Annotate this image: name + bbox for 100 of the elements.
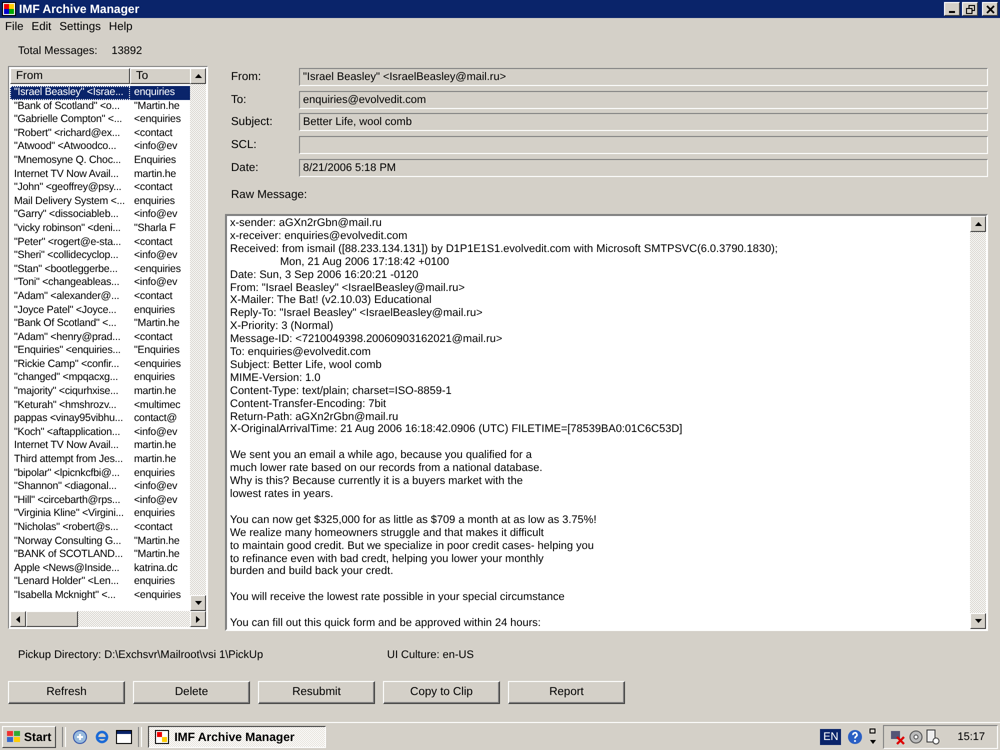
message-row[interactable]: "Adam" <alexander@... <contact xyxy=(10,290,190,304)
message-row[interactable]: Internet TV Now Avail... martin.he xyxy=(10,168,190,182)
to-cell-text: <contact xyxy=(133,126,174,140)
header-line: X-Priority: 3 (Normal) xyxy=(230,320,334,334)
message-row[interactable]: "Mnemosyne Q. Choc... Enquiries xyxy=(10,154,190,168)
action-button[interactable]: Delete xyxy=(133,680,250,704)
message-row[interactable]: "vicky robinson" <deni... "Sharla F xyxy=(10,222,190,236)
window-icon[interactable] xyxy=(116,730,132,744)
to-cell-text: enquiries xyxy=(133,575,176,589)
header-line: To: enquiries@evolvedit.com xyxy=(230,346,372,359)
from-cell-text: "Atwood" <Atwoodco... xyxy=(13,140,118,154)
left-arrow-icon xyxy=(16,616,20,622)
scroll-up-button[interactable] xyxy=(190,68,206,84)
computer-icon[interactable] xyxy=(926,728,940,744)
message-row[interactable]: "Toni" <changeableas... <info@ev xyxy=(10,276,190,290)
header-line: Content-Type: text/plain; charset=ISO-8859-1 xyxy=(230,384,453,398)
message-row[interactable]: "Koch" <aftapplication... <info@ev xyxy=(10,426,190,440)
message-row[interactable]: "BANK of SCOTLAND... "Martin.he xyxy=(10,548,190,562)
scroll-down-button[interactable] xyxy=(190,595,206,611)
message-row[interactable]: "Hill" <circebarth@rps... <info@ev xyxy=(10,494,190,508)
message-row[interactable]: "Gabrielle Compton" <... <enquiries xyxy=(10,113,190,127)
message-row[interactable]: "changed" <mpqacxg... enquiries xyxy=(10,371,190,386)
from-cell-text: "Robert" <richard@ex... xyxy=(13,126,122,140)
message-row[interactable]: "Lenard Holder" <Len... enquiries xyxy=(10,575,190,589)
from-cell-text: "Keturah" <hmshrozv... xyxy=(13,398,118,412)
message-row[interactable]: "Nicholas" <robert@s... <contact xyxy=(10,521,190,535)
field-label: Date: xyxy=(230,162,260,174)
raw-message-area[interactable] xyxy=(225,214,988,631)
scroll-down-button[interactable] xyxy=(970,612,986,629)
language-indicator[interactable]: EN xyxy=(820,728,842,744)
message-row[interactable]: "Virginia Kline" <Virgini... enquiries xyxy=(10,507,190,521)
scroll-up-button[interactable] xyxy=(970,216,986,232)
header-line: Mon, 21 Aug 2006 17:18:42 +0100 xyxy=(279,256,450,269)
message-row[interactable]: Third attempt from Jes... martin.he xyxy=(10,453,190,467)
message-row[interactable]: "Atwood" <Atwoodco... <info@ev xyxy=(10,140,190,154)
scroll-right-button[interactable] xyxy=(190,611,206,627)
clock: 15:17 xyxy=(957,730,985,742)
toolbar-options-icon[interactable] xyxy=(869,728,878,746)
message-row[interactable]: "Rickie Camp" <confir... <enquiries xyxy=(10,358,190,372)
action-button[interactable]: Report xyxy=(508,680,625,704)
message-row[interactable]: "Shannon" <diagonal... <info@ev xyxy=(10,480,190,494)
from-cell-text: "Nicholas" <robert@s... xyxy=(13,521,120,535)
action-button[interactable]: Copy to Clip xyxy=(383,680,500,704)
scroll-thumb[interactable] xyxy=(26,611,78,627)
from-cell-text: "Hill" <circebarth@rps... xyxy=(13,494,122,508)
message-row[interactable]: "majority" <ciqurhxise... martin.he xyxy=(10,385,190,399)
scroll-left-button[interactable] xyxy=(10,611,26,627)
menu-item[interactable]: Settings xyxy=(55,21,105,33)
message-row[interactable]: "John" <geoffrey@psy... <contact xyxy=(10,181,190,195)
message-row[interactable]: "Sheri" <collidecyclop... <info@ev xyxy=(10,249,190,263)
message-row[interactable]: "Stan" <bootleggerbe... <enquiries xyxy=(10,262,190,276)
from-cell-text: "BANK of SCOTLAND... xyxy=(13,548,124,562)
menu-item[interactable]: Help xyxy=(104,21,137,33)
message-row[interactable]: "Norway Consulting G... "Martin.he xyxy=(10,534,190,548)
field-input[interactable] xyxy=(299,136,988,154)
message-row[interactable]: Mail Delivery System <... enquiries xyxy=(10,194,190,208)
header-line: MIME-Version: 1.0 xyxy=(230,372,322,385)
message-row[interactable]: Apple <News@Inside... katrina.dc xyxy=(10,562,190,576)
message-row[interactable]: "Robert" <richard@ex... <contact xyxy=(10,126,190,140)
to-cell-text: <info@ev xyxy=(133,140,178,154)
field-input[interactable]: enquiries@evolvedit.com xyxy=(299,90,988,109)
field-input[interactable]: Better Life, wool comb xyxy=(299,113,988,132)
from-cell-text: "Bank of Scotland" <o... xyxy=(13,100,121,114)
field-input[interactable]: "Israel Beasley" <IsraelBeasley@mail.ru> xyxy=(299,68,988,86)
close-button[interactable] xyxy=(982,2,998,16)
message-row[interactable]: "Israel Beasley" <Israe... enquiries xyxy=(10,86,190,100)
message-row[interactable]: "Joyce Patel" <Joyce... enquiries xyxy=(10,304,190,318)
action-button[interactable]: Refresh xyxy=(8,680,125,704)
start-button[interactable]: Start xyxy=(2,726,56,748)
up-arrow-icon xyxy=(974,222,982,226)
column-header[interactable]: To xyxy=(130,68,190,84)
message-row[interactable]: "Keturah" <hmshrozv... <multimec xyxy=(10,398,190,412)
field-input[interactable]: 8/21/2006 5:18 PM xyxy=(299,158,988,177)
down-arrow-icon xyxy=(194,601,202,605)
message-row[interactable]: "Garry" <dissociableb... <info@ev xyxy=(10,208,190,222)
message-row[interactable]: "Isabella Mcknight" <... <enquiries xyxy=(10,588,190,603)
message-row[interactable]: "Peter" <rogert@e-sta... <contact xyxy=(10,236,190,250)
minimize-button[interactable] xyxy=(944,2,960,16)
disc-icon[interactable] xyxy=(909,730,924,744)
message-row[interactable]: "Adam" <henry@prad... <contact xyxy=(10,330,190,344)
to-cell-text: "Sharla F xyxy=(133,222,177,236)
message-row[interactable]: "Bank Of Scotland" <... "Martin.he xyxy=(10,317,190,331)
menu-item[interactable]: Edit xyxy=(28,21,56,33)
message-row[interactable]: "bipolar" <lpicnkcfbi@... enquiries xyxy=(10,466,190,480)
message-row[interactable]: Internet TV Now Avail... martin.he xyxy=(10,439,190,454)
message-row[interactable]: "Enquiries" <enquiries... "Enquiries xyxy=(10,344,190,358)
up-arrow-icon xyxy=(194,74,202,78)
from-cell-text: pappas <vinay95vibhu... xyxy=(13,412,124,426)
column-header[interactable]: From xyxy=(10,68,130,84)
action-button[interactable]: Resubmit xyxy=(258,680,375,704)
taskbar-button[interactable]: IMF Archive Manager xyxy=(148,726,326,748)
message-row[interactable]: pappas <vinay95vibhu... contact@ xyxy=(10,412,190,426)
from-cell-text: "Lenard Holder" <Len... xyxy=(13,575,120,589)
to-cell-text: martin.he xyxy=(133,453,177,467)
menu-item[interactable]: File xyxy=(1,21,28,33)
message-row[interactable]: "Bank of Scotland" <o... "Martin.he xyxy=(10,100,190,114)
network-warning-icon[interactable] xyxy=(890,728,906,744)
from-cell-text: "Enquiries" <enquiries... xyxy=(13,344,122,358)
restore-button[interactable] xyxy=(962,2,978,16)
help-icon[interactable] xyxy=(847,728,864,744)
